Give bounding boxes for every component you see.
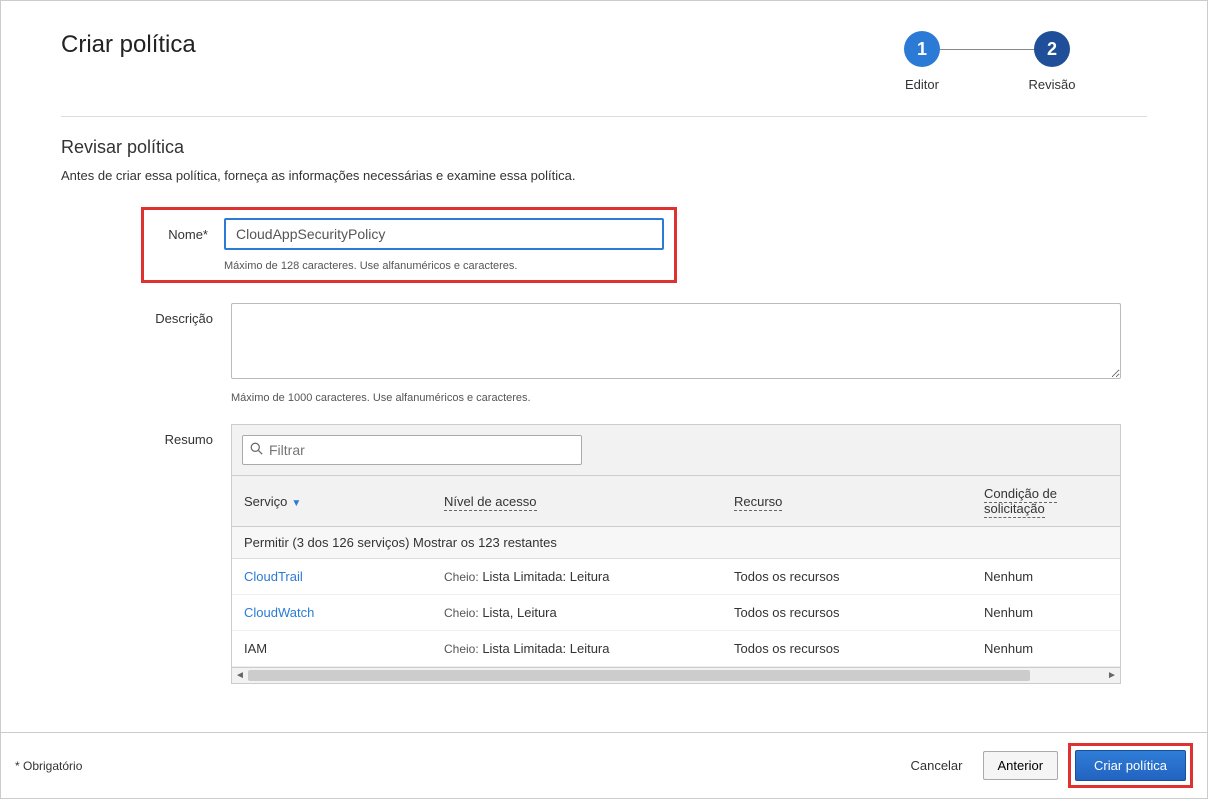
step-number-2: 2 [1034,31,1070,67]
resource-value: Todos os recursos [722,559,972,595]
search-icon [250,442,263,458]
step-connector [922,49,1052,50]
name-input[interactable] [224,218,664,250]
name-helper: Máximo de 128 caracteres. Use alfanuméri… [224,260,664,272]
access-value: Lista Limitada: Leitura [482,641,609,656]
service-text: IAM [244,641,267,656]
table-row: IAM Cheio: Lista Limitada: Leitura Todos… [232,631,1120,667]
footer: * Obrigatório Cancelar Anterior Criar po… [1,732,1207,798]
cheio-label: Cheio: [444,642,479,656]
scroll-left-icon[interactable]: ◄ [232,668,248,683]
table-row: CloudTrail Cheio: Lista Limitada: Leitur… [232,559,1120,595]
review-heading: Revisar política [61,137,1147,158]
create-highlight: Criar política [1068,743,1193,788]
description-helper: Máximo de 1000 caracteres. Use alfanumér… [231,392,1121,404]
summary-toolbar [232,425,1120,476]
table-row: CloudWatch Cheio: Lista, Leitura Todos o… [232,595,1120,631]
horizontal-scrollbar[interactable]: ◄ ► [232,667,1120,683]
review-description: Antes de criar essa política, forneça as… [61,168,1147,183]
summary-box: Serviço▼ Nível de acesso Recurso Condiçã… [231,424,1121,684]
scroll-right-icon[interactable]: ► [1104,668,1120,683]
condition-value: Nenhum [972,631,1120,667]
summary-label: Resumo [61,424,231,684]
col-service[interactable]: Serviço▼ [232,476,432,527]
step-review[interactable]: 2 Revisão [987,31,1117,92]
description-input[interactable] [231,303,1121,379]
resource-value: Todos os recursos [722,631,972,667]
cancel-button[interactable]: Cancelar [900,752,972,779]
previous-button[interactable]: Anterior [983,751,1059,780]
description-label: Descrição [61,303,231,404]
col-condition[interactable]: Condição de solicitação [972,476,1120,527]
condition-value: Nenhum [972,595,1120,631]
col-access[interactable]: Nível de acesso [432,476,722,527]
step-label-2: Revisão [1029,77,1076,92]
divider [61,116,1147,117]
resource-value: Todos os recursos [722,595,972,631]
cheio-label: Cheio: [444,570,479,584]
step-number-1: 1 [904,31,940,67]
sort-caret-icon: ▼ [291,498,301,509]
wizard-steps: 1 Editor 2 Revisão [857,31,1117,92]
summary-table: Serviço▼ Nível de acesso Recurso Condiçã… [232,476,1120,667]
service-link[interactable]: CloudTrail [244,569,303,584]
step-label-1: Editor [905,77,939,92]
cheio-label: Cheio: [444,606,479,620]
condition-value: Nenhum [972,559,1120,595]
page-title: Criar política [61,31,196,59]
access-value: Lista Limitada: Leitura [482,569,609,584]
service-link[interactable]: CloudWatch [244,605,314,620]
name-highlight: Nome* Máximo de 128 caracteres. Use alfa… [141,207,677,283]
access-value: Lista, Leitura [482,605,556,620]
filter-input[interactable] [242,435,582,465]
create-policy-button[interactable]: Criar política [1075,750,1186,781]
step-editor[interactable]: 1 Editor [857,31,987,92]
scroll-thumb[interactable] [248,670,1030,681]
col-resource[interactable]: Recurso [722,476,972,527]
required-note: * Obrigatório [15,759,82,773]
name-label: Nome* [154,227,224,242]
group-row[interactable]: Permitir (3 dos 126 serviços) Mostrar os… [232,527,1120,559]
